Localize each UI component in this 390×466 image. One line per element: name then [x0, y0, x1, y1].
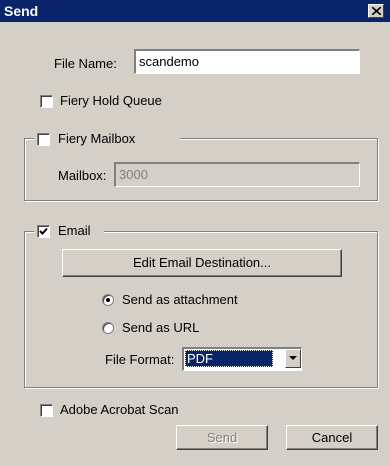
- file-name-input[interactable]: scandemo: [134, 49, 360, 74]
- email-checkbox[interactable]: [37, 225, 50, 238]
- mailbox-group-label: Fiery Mailbox: [58, 131, 136, 146]
- dropdown-button[interactable]: [285, 349, 301, 368]
- title-bar[interactable]: Send: [0, 0, 390, 22]
- cancel-button[interactable]: Cancel: [286, 425, 378, 450]
- mailbox-input[interactable]: 3000: [114, 162, 360, 187]
- mailbox-checkbox[interactable]: [37, 133, 50, 146]
- email-group-label: Email: [58, 223, 91, 238]
- send-as-url-label: Send as URL: [122, 320, 200, 335]
- file-format-select[interactable]: PDF: [182, 347, 302, 371]
- send-button[interactable]: Send: [176, 425, 268, 450]
- acrobat-scan-label: Adobe Acrobat Scan: [60, 402, 179, 417]
- chevron-down-icon: [289, 356, 297, 360]
- edit-email-destination-button[interactable]: Edit Email Destination...: [62, 249, 342, 277]
- file-format-value: PDF: [185, 350, 273, 367]
- send-as-attachment-label: Send as attachment: [122, 292, 238, 307]
- send-as-attachment-radio[interactable]: [102, 294, 114, 306]
- radio-selected-dot: [106, 298, 110, 302]
- file-name-label: File Name:: [54, 56, 117, 71]
- hold-queue-checkbox[interactable]: [40, 95, 53, 108]
- email-group-header: Email: [34, 222, 104, 240]
- mailbox-label: Mailbox:: [58, 168, 107, 183]
- acrobat-scan-checkbox[interactable]: [40, 404, 53, 417]
- send-dialog: Send File Name: scandemo Fiery Hold Queu…: [0, 0, 390, 466]
- checkmark-icon: [39, 227, 48, 235]
- close-button[interactable]: [368, 4, 384, 18]
- mailbox-group-header: Fiery Mailbox: [34, 130, 180, 148]
- hold-queue-label: Fiery Hold Queue: [60, 93, 162, 108]
- close-icon: [372, 7, 381, 15]
- window-title: Send: [4, 3, 39, 19]
- send-as-url-radio[interactable]: [102, 322, 114, 334]
- file-format-label: File Format:: [105, 352, 175, 367]
